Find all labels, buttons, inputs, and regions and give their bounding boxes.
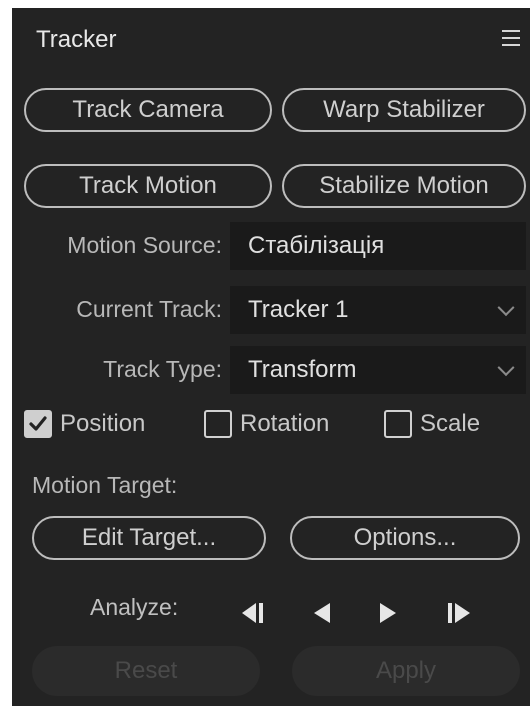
scale-checkbox[interactable] (384, 410, 412, 438)
hamburger-menu-icon[interactable] (502, 30, 520, 46)
current-track-dropdown[interactable]: Tracker 1 (230, 286, 526, 334)
motion-source-field[interactable]: Стабілізація (230, 222, 526, 270)
position-label: Position (60, 410, 146, 437)
analyze-label: Analyze: (90, 594, 179, 620)
edit-target-button[interactable]: Edit Target... (32, 516, 266, 560)
options-button[interactable]: Options... (290, 516, 520, 560)
chevron-down-icon (497, 299, 515, 317)
track-camera-button[interactable]: Track Camera (24, 88, 272, 132)
rotation-checkbox-row[interactable]: Rotation (204, 410, 329, 438)
current-track-label: Current Track: (76, 296, 222, 322)
play-forward-icon[interactable] (374, 598, 404, 628)
rotation-checkbox[interactable] (204, 410, 232, 438)
motion-target-label: Motion Target: (32, 472, 178, 498)
play-backward-icon[interactable] (306, 598, 336, 628)
step-backward-icon[interactable] (238, 598, 268, 628)
track-motion-button[interactable]: Track Motion (24, 164, 272, 208)
scale-label: Scale (420, 410, 481, 437)
track-type-value: Transform (248, 356, 357, 383)
checkmark-icon (29, 416, 47, 431)
position-checkbox-row[interactable]: Position (24, 410, 145, 438)
reset-button[interactable]: Reset (32, 646, 260, 696)
stabilize-motion-button[interactable]: Stabilize Motion (282, 164, 526, 208)
tracker-panel: Tracker Track Camera Warp Stabilizer Tra… (12, 8, 530, 706)
track-type-label: Track Type: (103, 356, 222, 382)
step-forward-icon[interactable] (444, 598, 474, 628)
track-type-dropdown[interactable]: Transform (230, 346, 526, 394)
position-checkbox[interactable] (24, 410, 52, 438)
warp-stabilizer-button[interactable]: Warp Stabilizer (282, 88, 526, 132)
scale-checkbox-row[interactable]: Scale (384, 410, 480, 438)
panel-title: Tracker (36, 26, 117, 53)
motion-source-label: Motion Source: (67, 232, 222, 258)
chevron-down-icon (497, 359, 515, 377)
current-track-value: Tracker 1 (248, 296, 349, 323)
apply-button[interactable]: Apply (292, 646, 520, 696)
rotation-label: Rotation (240, 410, 330, 437)
motion-source-value: Стабілізація (248, 232, 385, 259)
